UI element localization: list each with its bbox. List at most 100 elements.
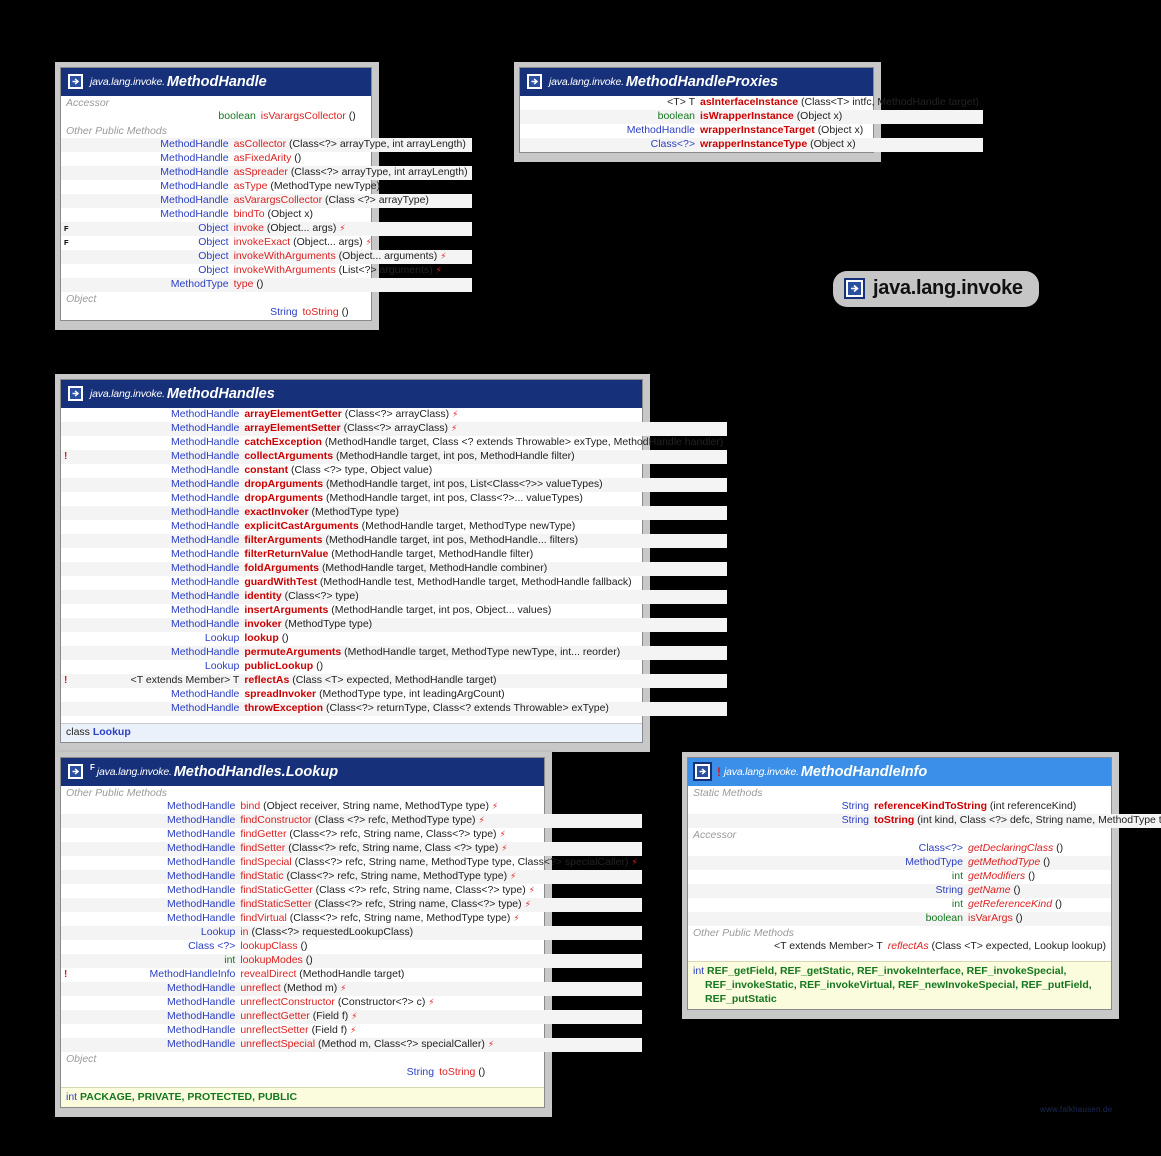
uml-member-row[interactable]: boolean isVarArgs () bbox=[688, 912, 1111, 926]
uml-member-row[interactable]: Object invokeWithArguments (List<?> argum… bbox=[61, 264, 472, 278]
uml-member-row[interactable]: ! MethodHandle collectArguments (MethodHan… bbox=[61, 450, 728, 464]
throws-icon: ⚡ bbox=[450, 423, 458, 433]
member-signature: constant (Class <?> type, Object value) bbox=[244, 464, 727, 478]
uml-member-row[interactable]: Class <?> lookupClass () bbox=[61, 940, 642, 954]
member-return-type: MethodHandle bbox=[171, 520, 240, 532]
uml-box-header-method-handle[interactable]: java.lang.invoke. MethodHandle bbox=[61, 68, 371, 96]
uml-member-row[interactable]: MethodHandle findGetter (Class<?> refc, S… bbox=[61, 828, 642, 842]
uml-member-row[interactable]: int getReferenceKind () bbox=[688, 898, 1111, 912]
uml-member-row[interactable]: MethodHandle findConstructor (Class <?> r… bbox=[61, 814, 642, 828]
uml-member-row[interactable]: MethodHandle identity (Class<?> type) bbox=[61, 590, 728, 604]
uml-member-row[interactable]: MethodHandle findStatic (Class<?> refc, S… bbox=[61, 870, 642, 884]
member-return-type: MethodHandle bbox=[171, 492, 240, 504]
uml-member-row[interactable]: MethodHandle findVirtual (Class<?> refc, … bbox=[61, 912, 642, 926]
member-flag bbox=[688, 856, 704, 870]
uml-member-row[interactable]: Object invokeWithArguments (Object... arg… bbox=[61, 250, 472, 264]
uml-member-row[interactable]: MethodHandle unreflectSetter (Field f) ⚡ bbox=[61, 1024, 642, 1038]
uml-box-header-method-handle-proxies[interactable]: java.lang.invoke. MethodHandleProxies bbox=[520, 68, 873, 96]
uml-box-header-method-handle-info[interactable]: ! java.lang.invoke. MethodHandleInfo bbox=[688, 758, 1111, 786]
uml-member-row[interactable]: MethodHandle findSpecial (Class<?> refc, … bbox=[61, 856, 642, 870]
uml-member-row[interactable]: MethodHandle bind (Object receiver, Strin… bbox=[61, 800, 642, 814]
uml-member-row[interactable]: Class<?> wrapperInstanceType (Object x) bbox=[520, 138, 983, 152]
uml-member-row[interactable]: MethodHandle filterArguments (MethodHandl… bbox=[61, 534, 728, 548]
uml-member-row[interactable]: MethodHandle filterReturnValue (MethodHan… bbox=[61, 548, 727, 562]
uml-member-row[interactable]: MethodHandle asType (MethodType newType) bbox=[61, 180, 472, 194]
constant-fields-footer[interactable]: int REF_getField, REF_getStatic, REF_inv… bbox=[688, 961, 1111, 1009]
uml-class-box-method-handles-lookup[interactable]: Fjava.lang.invoke. MethodHandles.Lookup Ot… bbox=[55, 752, 642, 1117]
uml-member-row[interactable]: boolean isWrapperInstance (Object x) bbox=[520, 110, 983, 124]
uml-box-header-method-handles-lookup[interactable]: Fjava.lang.invoke. MethodHandles.Lookup bbox=[61, 758, 544, 786]
uml-member-row[interactable]: MethodHandle findSetter (Class<?> refc, S… bbox=[61, 842, 642, 856]
uml-member-row[interactable]: String referenceKindToString (int referen… bbox=[688, 800, 1161, 814]
uml-member-row[interactable]: MethodHandle arrayElementSetter (Class<?>… bbox=[61, 422, 728, 436]
uml-class-box-method-handle-info[interactable]: ! java.lang.invoke. MethodHandleInfo Static… bbox=[682, 752, 1161, 1019]
uml-box-header-method-handles[interactable]: java.lang.invoke. MethodHandles bbox=[61, 380, 642, 408]
uml-member-row[interactable]: MethodHandle dropArguments (MethodHandle … bbox=[61, 492, 727, 506]
uml-member-row[interactable]: MethodHandle arrayElementGetter (Class<?>… bbox=[61, 408, 727, 422]
uml-member-row[interactable]: MethodHandle insertArguments (MethodHandl… bbox=[61, 604, 727, 618]
uml-member-row[interactable]: MethodHandle asFixedArity () bbox=[61, 152, 472, 166]
uml-class-box-method-handle[interactable]: java.lang.invoke. MethodHandle Accessor boo… bbox=[55, 62, 472, 330]
uml-member-row[interactable]: F Object invokeExact (Object... args) ⚡ bbox=[61, 236, 472, 250]
uml-member-row[interactable]: int lookupModes () bbox=[61, 954, 642, 968]
uml-member-row[interactable]: String toString () bbox=[61, 306, 371, 320]
uml-member-row[interactable]: Lookup lookup () bbox=[61, 632, 727, 646]
uml-member-row[interactable]: MethodHandle spreadInvoker (MethodType ty… bbox=[61, 688, 727, 702]
uml-member-row[interactable]: F Object invoke (Object... args) ⚡ bbox=[61, 222, 472, 236]
uml-class-box-method-handles[interactable]: java.lang.invoke. MethodHandles MethodHand… bbox=[55, 374, 728, 752]
member-flag bbox=[61, 278, 69, 292]
uml-member-row[interactable]: ! <T extends Member> T reflectAs (Class <T… bbox=[61, 674, 728, 688]
uml-member-row[interactable]: MethodHandle invoker (MethodType type) bbox=[61, 618, 728, 632]
uml-member-row[interactable]: MethodHandle constant (Class <?> type, Ob… bbox=[61, 464, 727, 478]
uml-member-row[interactable]: <T> T asInterfaceInstance (Class<T> intfc… bbox=[520, 96, 983, 110]
uml-member-row[interactable]: ! MethodHandleInfo revealDirect (MethodHan… bbox=[61, 968, 642, 982]
uml-member-row[interactable]: Lookup publicLookup () bbox=[61, 660, 727, 674]
member-params: (Class<?> returnType, Class<? extends Th… bbox=[326, 702, 609, 714]
uml-member-row[interactable]: MethodHandle explicitCastArguments (Metho… bbox=[61, 520, 727, 534]
uml-member-row[interactable]: MethodHandle permuteArguments (MethodHand… bbox=[61, 646, 728, 660]
uml-member-row[interactable]: MethodHandle guardWithTest (MethodHandle … bbox=[61, 576, 727, 590]
field-names: REF_putStatic bbox=[705, 993, 777, 1005]
nested-class-footer[interactable]: class Lookup bbox=[61, 723, 642, 742]
member-signature: isVarargsCollector () bbox=[261, 110, 371, 124]
uml-member-row[interactable]: MethodHandle unreflectGetter (Field f) ⚡ bbox=[61, 1010, 642, 1024]
uml-member-row[interactable]: MethodHandle unreflectSpecial (Method m, … bbox=[61, 1038, 642, 1052]
uml-member-row[interactable]: int getModifiers () bbox=[688, 870, 1111, 884]
uml-box-classname: MethodHandleProxies bbox=[625, 73, 779, 90]
uml-member-row[interactable]: MethodHandle catchException (MethodHandle… bbox=[61, 436, 727, 450]
uml-member-row[interactable]: MethodType getMethodType () bbox=[688, 856, 1111, 870]
uml-member-row[interactable]: MethodHandle asSpreader (Class<?> arrayTy… bbox=[61, 166, 472, 180]
uml-member-row[interactable]: MethodHandle foldArguments (MethodHandle … bbox=[61, 562, 728, 576]
uml-member-row[interactable]: MethodHandle unreflectConstructor (Constr… bbox=[61, 996, 642, 1010]
uml-member-row[interactable]: String toString (int kind, Class <?> defc… bbox=[688, 814, 1161, 828]
uml-member-row[interactable]: MethodHandle asVarargsCollector (Class <?… bbox=[61, 194, 472, 208]
uml-member-row[interactable]: MethodHandle dropArguments (MethodHandle … bbox=[61, 478, 728, 492]
member-params: () bbox=[1028, 870, 1036, 882]
uml-member-row[interactable]: MethodHandle bindTo (Object x) bbox=[61, 208, 472, 222]
constant-fields-footer[interactable]: int PACKAGE, PRIVATE, PROTECTED, PUBLIC bbox=[61, 1087, 544, 1107]
member-return-type: Class <?> bbox=[188, 940, 236, 952]
uml-member-row[interactable]: MethodHandle exactInvoker (MethodType typ… bbox=[61, 506, 728, 520]
uml-member-row[interactable]: MethodHandle unreflect (Method m) ⚡ bbox=[61, 982, 642, 996]
uml-member-row[interactable]: MethodHandle asCollector (Class<?> arrayT… bbox=[61, 138, 472, 152]
uml-member-row[interactable]: Lookup in (Class<?> requestedLookupClass) bbox=[61, 926, 642, 940]
uml-class-box-method-handle-proxies[interactable]: java.lang.invoke. MethodHandleProxies <T> … bbox=[514, 62, 983, 162]
uml-member-row[interactable]: MethodType type () bbox=[61, 278, 472, 292]
uml-member-row[interactable]: String toString () bbox=[61, 1066, 544, 1080]
member-signature: throwException (Class<?> returnType, Cla… bbox=[244, 702, 727, 716]
uml-member-row[interactable]: MethodHandle findStaticGetter (Class <?> … bbox=[61, 884, 642, 898]
uml-member-row[interactable]: boolean isVarargsCollector () bbox=[61, 110, 371, 124]
member-params: (Method m, Class<?> specialCaller) bbox=[317, 1038, 485, 1050]
member-return-type: MethodHandleInfo bbox=[149, 968, 236, 980]
uml-member-row[interactable]: Class<?> getDeclaringClass () bbox=[688, 842, 1111, 856]
uml-member-row[interactable]: MethodHandle throwException (Class<?> ret… bbox=[61, 702, 728, 716]
member-name: unreflectConstructor bbox=[240, 996, 335, 1008]
member-flag bbox=[61, 250, 69, 264]
uml-member-row[interactable]: MethodHandle findStaticSetter (Class<?> r… bbox=[61, 898, 642, 912]
uml-member-row[interactable]: <T extends Member> T reflectAs (Class <T>… bbox=[688, 940, 1111, 954]
member-signature: getName () bbox=[968, 884, 1111, 898]
uml-member-row[interactable]: MethodHandle wrapperInstanceTarget (Objec… bbox=[520, 124, 983, 138]
member-params: (Class <?> refc, MethodType type) bbox=[314, 814, 476, 826]
uml-member-row[interactable]: String getName () bbox=[688, 884, 1111, 898]
member-signature: lookupModes () bbox=[240, 954, 641, 968]
